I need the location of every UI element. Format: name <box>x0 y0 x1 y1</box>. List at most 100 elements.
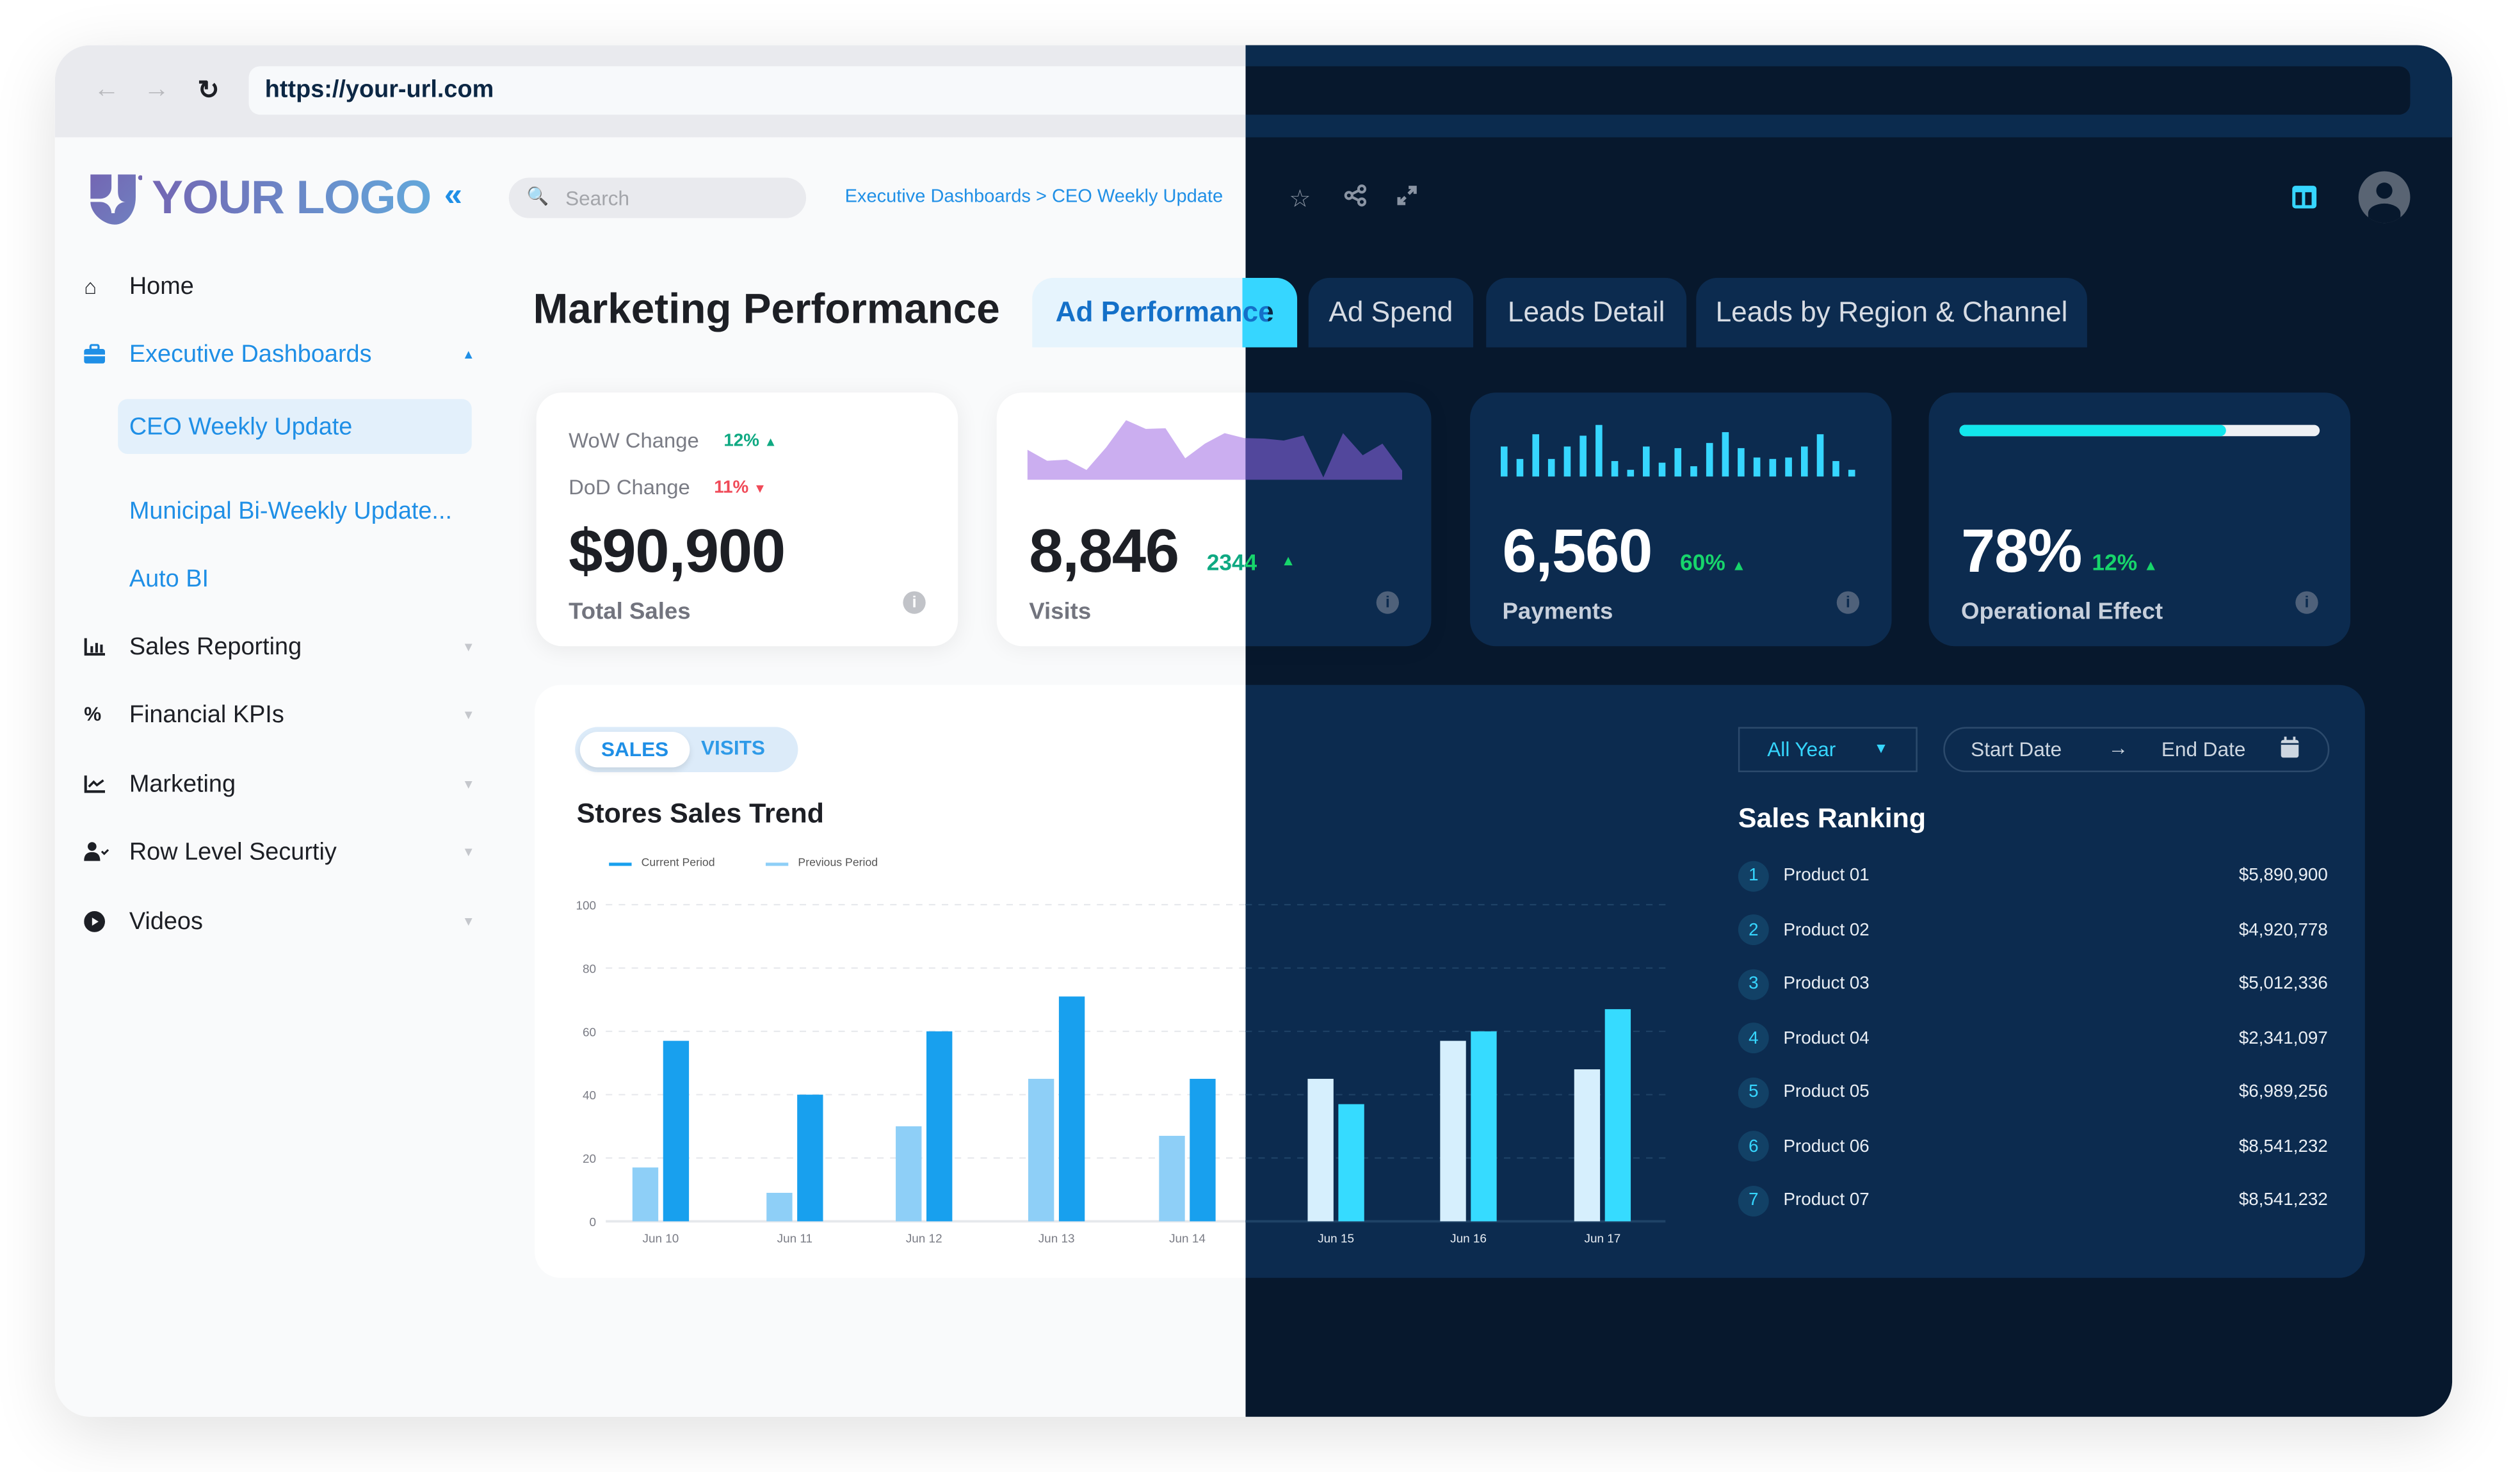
y-tick-label: 40 <box>583 1089 596 1103</box>
product-sales-value: $4,920,778 <box>2238 919 2328 940</box>
operational-effect-label: Operational Effect <box>1961 599 2163 626</box>
sales-visits-toggle[interactable]: SALES VISITS <box>575 727 798 773</box>
payments-mini-bar <box>1801 446 1808 477</box>
start-date-input[interactable]: Start Date <box>1971 738 2062 761</box>
expand-icon[interactable] <box>1396 184 1418 213</box>
sidebar-item-financial-kpis[interactable]: % Financial KPIs ▼ <box>84 690 475 738</box>
bar-current-period[interactable] <box>1471 1031 1497 1222</box>
tab-leads-by-region-channel[interactable]: Leads by Region & Channel <box>1696 277 2087 348</box>
end-date-input[interactable]: End Date <box>2161 738 2246 761</box>
info-icon[interactable]: i <box>903 591 926 614</box>
sidebar-subitem-municipal-bi-weekly[interactable]: Municipal Bi-Weekly Update... <box>118 483 472 538</box>
bar-previous-period[interactable] <box>1440 1040 1466 1222</box>
rank-number: 6 <box>1738 1131 1769 1162</box>
payments-mini-bar <box>1547 458 1555 477</box>
visits-value: 8,846 <box>1029 518 1179 586</box>
product-name: Product 01 <box>1783 866 1870 886</box>
bar-previous-period[interactable] <box>1574 1069 1601 1222</box>
bar-current-period[interactable] <box>1190 1078 1216 1222</box>
sidebar-item-home[interactable]: ⌂ Home <box>84 262 475 311</box>
ranking-row[interactable]: 4 Product 04 $2,341,097 <box>1738 1022 2328 1054</box>
sales-trend-chart: 0 20 40 60 80 100 Jun 10 Jun 11 Jun 12 Jun 13 Jun … <box>576 900 1666 1245</box>
ranking-row[interactable]: 5 Product 05 $6,989,256 <box>1738 1076 2328 1108</box>
tab-leads-detail[interactable]: Leads Detail <box>1486 277 1687 348</box>
payments-mini-bar <box>1690 466 1697 477</box>
address-bar[interactable]: https://your-url.com <box>248 66 2411 115</box>
sidebar-item-videos[interactable]: Videos ▼ <box>84 896 475 945</box>
visits-delta: 2344 <box>1206 549 1257 576</box>
sidebar-item-label: Marketing <box>129 770 236 798</box>
bar-current-period[interactable] <box>1604 1009 1631 1222</box>
payments-mini-bar <box>1816 434 1824 477</box>
forward-arrow-icon[interactable]: → <box>142 76 171 105</box>
toggle-sales[interactable]: SALES <box>579 731 690 768</box>
sidebar-item-row-level-security[interactable]: Row Level Securtiy ▼ <box>84 827 475 876</box>
bar-current-period[interactable] <box>1338 1104 1364 1222</box>
product-name: Product 04 <box>1783 1028 1870 1048</box>
bar-current-period[interactable] <box>926 1031 953 1222</box>
bar-current-period[interactable] <box>663 1040 690 1222</box>
product-name: Product 05 <box>1783 1082 1870 1102</box>
ranking-row[interactable]: 3 Product 03 $5,012,336 <box>1738 967 2328 999</box>
avatar-icon[interactable] <box>2358 171 2411 223</box>
reload-icon[interactable]: ↻ <box>194 76 223 105</box>
payments-mini-bar <box>1785 457 1792 477</box>
info-icon[interactable]: i <box>1376 591 1400 614</box>
bar-previous-period[interactable] <box>1028 1078 1054 1222</box>
sidebar-item-sales-reporting[interactable]: Sales Reporting ▼ <box>84 622 475 670</box>
bar-previous-period[interactable] <box>1159 1135 1185 1222</box>
info-icon[interactable]: i <box>1836 591 1860 614</box>
visits-label: Visits <box>1029 599 1092 626</box>
y-tick-label: 60 <box>583 1026 596 1039</box>
tab-ad-performance[interactable]: Ad Performance <box>1032 277 1298 348</box>
payments-mini-bar <box>1595 425 1603 477</box>
x-tick-label: Jun 15 <box>1318 1232 1354 1245</box>
logo[interactable]: YOUR LOGO <box>87 171 432 226</box>
x-tick-label: Jun 13 <box>1038 1232 1075 1245</box>
star-icon[interactable]: ☆ <box>1289 184 1311 213</box>
triangle-up-icon: ▲ <box>1280 552 1296 569</box>
ranking-row[interactable]: 2 Product 02 $4,920,778 <box>1738 914 2328 946</box>
search-input[interactable]: 🔍 Search <box>508 177 807 218</box>
bar-previous-period[interactable] <box>1307 1078 1334 1222</box>
payments-mini-bar <box>1516 458 1524 477</box>
toggle-visits[interactable]: VISITS <box>701 737 765 759</box>
product-sales-value: $2,341,097 <box>2238 1028 2328 1048</box>
bar-current-period[interactable] <box>797 1094 823 1222</box>
tab-ad-spend[interactable]: Ad Spend <box>1308 277 1474 348</box>
ranking-row[interactable]: 6 Product 06 $8,541,232 <box>1738 1130 2328 1162</box>
bar-previous-period[interactable] <box>766 1192 793 1222</box>
triangle-up-icon: ▲ <box>1731 557 1747 574</box>
browser-window: ← → ↻ https://your-url.com YOUR LOGO « 🔍… <box>54 45 2453 1417</box>
bar-previous-period[interactable] <box>896 1126 922 1222</box>
sidebar-item-marketing[interactable]: Marketing ▼ <box>84 759 475 808</box>
payments-mini-bar <box>1500 446 1508 477</box>
collapse-sidebar-icon[interactable]: « <box>444 178 462 215</box>
product-sales-value: $6,989,256 <box>2238 1082 2328 1102</box>
x-tick-label: Jun 12 <box>906 1232 942 1245</box>
calendar-icon[interactable] <box>2281 736 2299 763</box>
page-title: Marketing Performance <box>533 284 1000 333</box>
kpi-card-operational-effect: 78% 12% ▲ Operational Effect i <box>1928 392 2351 647</box>
payments-mini-bar <box>1706 442 1713 477</box>
product-name: Product 07 <box>1783 1190 1870 1210</box>
sidebar-subitem-ceo-weekly-update[interactable]: CEO Weekly Update <box>118 399 472 454</box>
ranking-row[interactable]: 7 Product 07 $8,541,232 <box>1738 1184 2328 1216</box>
layout-icon[interactable] <box>2292 186 2317 209</box>
dod-change-label: DoD Change <box>569 474 690 499</box>
legend-current-period: Current Period <box>609 858 715 869</box>
chart-panel: SALES VISITS Stores Sales Trend Current … <box>535 684 2365 1278</box>
date-range-picker[interactable]: Start Date → End Date <box>1943 727 2330 773</box>
ranking-row[interactable]: 1 Product 01 $5,890,900 <box>1738 859 2328 891</box>
sidebar-item-label: Home <box>129 272 194 300</box>
sidebar-subitem-auto-bi[interactable]: Auto BI <box>118 551 472 606</box>
sidebar-item-executive-dashboards[interactable]: Executive Dashboards ▲ <box>84 330 475 378</box>
payments-mini-bar <box>1611 461 1619 477</box>
back-arrow-icon[interactable]: ← <box>92 76 121 105</box>
info-icon[interactable]: i <box>2295 591 2318 614</box>
breadcrumb[interactable]: Executive Dashboards > CEO Weekly Update <box>845 188 1224 207</box>
period-select[interactable]: All Year ▼ <box>1738 727 1918 773</box>
share-icon[interactable] <box>1344 184 1367 213</box>
bar-current-period[interactable] <box>1058 996 1085 1222</box>
bar-previous-period[interactable] <box>632 1167 659 1222</box>
